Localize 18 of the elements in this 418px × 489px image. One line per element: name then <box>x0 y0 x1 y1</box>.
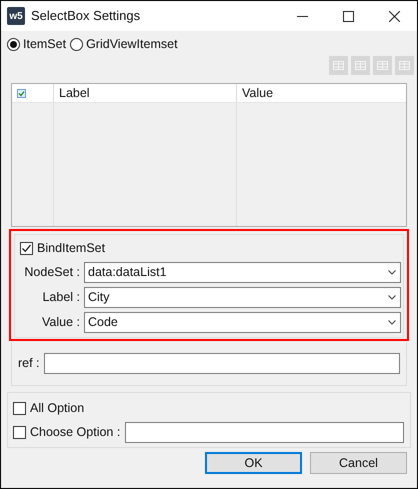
dialog-button[interactable]: Cancel <box>310 452 407 474</box>
app-logo: w5 <box>7 7 25 25</box>
dialog-button[interactable]: OK <box>205 452 302 474</box>
checkbox-label: All Option <box>30 400 84 417</box>
field-label: ref : <box>18 355 40 372</box>
dropdown[interactable]: City <box>84 286 401 308</box>
field-label: NodeSet : <box>23 264 80 281</box>
field-label: Label : <box>41 288 80 306</box>
dropdown[interactable]: data:dataList1 <box>84 262 401 283</box>
column-header: Value <box>241 84 274 102</box>
column-header: Label <box>54 84 237 102</box>
window-title: SelectBox Settings <box>31 7 140 26</box>
radio-label: GridViewItemset <box>86 36 178 53</box>
dropdown[interactable]: Code <box>84 312 401 333</box>
radio-label: ItemSet <box>23 36 66 53</box>
checkbox-label: Choose Option : <box>30 424 120 441</box>
field-label: Value : <box>41 314 80 331</box>
checkbox-label: BindItemSet <box>37 240 106 257</box>
